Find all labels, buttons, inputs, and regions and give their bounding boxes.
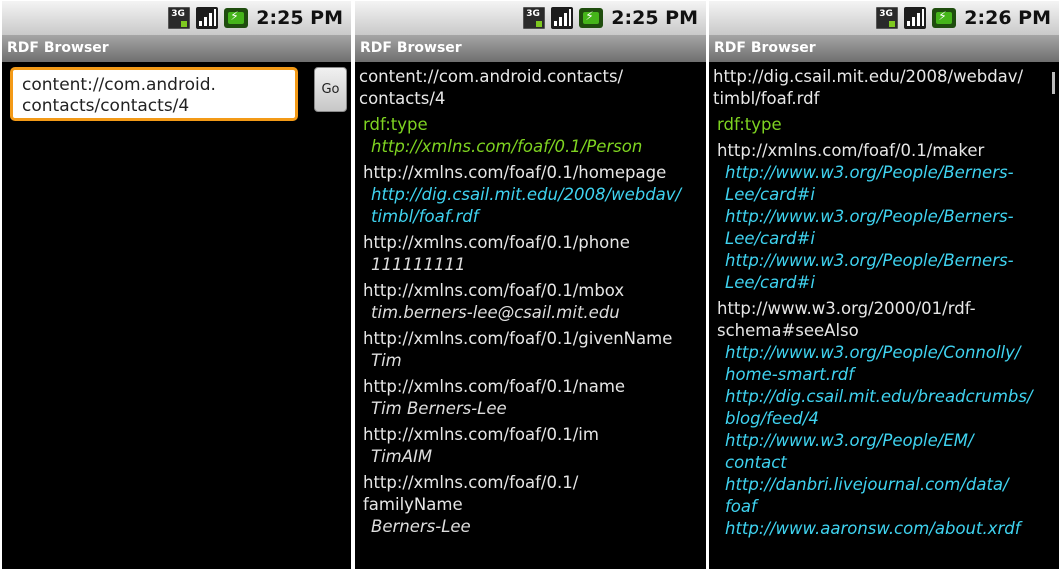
object-line: http://www.w3.org/People/EM/ xyxy=(725,431,974,450)
object-line: blog/feed/4 xyxy=(725,409,819,428)
predicate-line: familyName xyxy=(363,495,463,514)
status-bar: 3G 2:25 PM xyxy=(2,1,351,35)
object-line: timbl/foaf.rdf xyxy=(371,207,479,226)
subject-line: http://dig.csail.mit.edu/2008/webdav/ xyxy=(713,67,1024,86)
status-clock: 2:25 PM xyxy=(611,7,698,29)
object-link[interactable]: http://www.w3.org/People/EM/contact xyxy=(725,430,1055,474)
3g-network-icon: 3G xyxy=(168,7,191,29)
predicate-line: http://xmlns.com/foaf/0.1/name xyxy=(363,377,626,396)
predicate-link[interactable]: http://xmlns.com/foaf/0.1/givenName xyxy=(363,328,702,350)
object-line: Lee/card#i xyxy=(725,273,815,292)
app-title-bar: RDF Browser xyxy=(709,35,1059,62)
subject-line: content://com.android.contacts/ xyxy=(359,67,624,86)
object-line: http://www.w3.org/People/Connolly/ xyxy=(725,343,1021,362)
object-line: TimAIM xyxy=(371,447,433,466)
signal-strength-icon xyxy=(551,7,574,29)
status-bar: 3G 2:26 PM xyxy=(709,1,1059,35)
object-line: 111111111 xyxy=(371,255,466,274)
battery-charging-icon xyxy=(932,8,957,28)
predicate-line: http://xmlns.com/foaf/0.1/homepage xyxy=(363,163,667,182)
app-title-bar: RDF Browser xyxy=(355,35,706,62)
predicate-link[interactable]: http://xmlns.com/foaf/0.1/familyName xyxy=(363,472,702,516)
subject-line: timbl/foaf.rdf xyxy=(713,89,820,108)
object-line: http://www.w3.org/People/Berners- xyxy=(725,207,1014,226)
screen-url-entry: 3G 2:25 PM RDF Browser content://com.and… xyxy=(2,1,351,569)
signal-strength-icon xyxy=(904,7,927,29)
predicate-link[interactable]: http://xmlns.com/foaf/0.1/im xyxy=(363,424,702,446)
object-line: http://dig.csail.mit.edu/breadcrumbs/ xyxy=(725,387,1033,406)
3g-network-icon: 3G xyxy=(523,7,546,29)
predicate-link[interactable]: http://xmlns.com/foaf/0.1/mbox xyxy=(363,280,702,302)
object-line: Berners-Lee xyxy=(371,517,471,536)
object-link[interactable]: http://danbri.livejournal.com/data/foaf xyxy=(725,474,1055,518)
scrollbar[interactable] xyxy=(1052,72,1055,94)
app-title-bar: RDF Browser xyxy=(2,35,351,62)
screen-foaf-triples: 3G 2:26 PM RDF Browser http://dig.csail.… xyxy=(709,1,1059,569)
object-literal: Tim Berners-Lee xyxy=(371,398,702,420)
subject-uri: http://dig.csail.mit.edu/2008/webdav/tim… xyxy=(713,66,1055,110)
object-line: tim.berners-lee@csail.mit.edu xyxy=(371,303,620,322)
triple-list: content://com.android.contacts/contacts/… xyxy=(359,66,702,538)
status-bar: 3G 2:25 PM xyxy=(355,1,706,35)
predicate-link[interactable]: http://xmlns.com/foaf/0.1/name xyxy=(363,376,702,398)
object-link[interactable]: http://www.w3.org/People/Berners- Lee/car… xyxy=(725,250,1055,294)
predicate-link[interactable]: http://xmlns.com/foaf/0.1/maker xyxy=(717,140,1055,162)
predicate-line: http://xmlns.com/foaf/0.1/ xyxy=(363,473,579,492)
object-line: foaf xyxy=(725,497,757,516)
object-line: Lee/card#i xyxy=(725,229,815,248)
object-line: http://www.aaronsw.com/about.xrdf xyxy=(725,519,1021,538)
object-link[interactable]: http://dig.csail.mit.edu/2008/webdav/tim… xyxy=(371,184,702,228)
object-link[interactable]: http://xmlns.com/foaf/0.1/Person xyxy=(371,136,702,158)
predicate-line: rdf:type xyxy=(717,115,782,134)
object-literal: Tim xyxy=(371,350,702,372)
url-input-line: content://com.android. xyxy=(22,75,216,95)
go-button[interactable]: Go xyxy=(314,67,347,112)
signal-strength-icon xyxy=(196,7,219,29)
screen-contact-triples: 3G 2:25 PM RDF Browser content://com.and… xyxy=(355,1,706,569)
triple-list: http://dig.csail.mit.edu/2008/webdav/tim… xyxy=(713,66,1055,540)
predicate-link[interactable]: rdf:type xyxy=(717,114,1055,136)
object-line: http://xmlns.com/foaf/0.1/Person xyxy=(371,137,643,156)
predicate-link[interactable]: http://xmlns.com/foaf/0.1/homepage xyxy=(363,162,702,184)
3g-network-icon: 3G xyxy=(876,7,899,29)
predicate-line: rdf:type xyxy=(363,115,428,134)
object-line: http://www.w3.org/People/Berners- xyxy=(725,163,1014,182)
predicate-line: http://xmlns.com/foaf/0.1/im xyxy=(363,425,599,444)
subject-uri: content://com.android.contacts/contacts/… xyxy=(359,66,702,110)
predicate-line: http://xmlns.com/foaf/0.1/phone xyxy=(363,233,630,252)
url-input[interactable]: content://com.android. contacts/contacts… xyxy=(10,67,298,121)
object-link[interactable]: http://www.w3.org/People/Connolly/home-s… xyxy=(725,342,1055,386)
object-line: http://www.w3.org/People/Berners- xyxy=(725,251,1014,270)
object-line: http://danbri.livejournal.com/data/ xyxy=(725,475,1009,494)
predicate-link[interactable]: http://www.w3.org/2000/01/rdf-schema#see… xyxy=(717,298,1055,342)
status-clock: 2:26 PM xyxy=(964,7,1051,29)
object-line: Tim xyxy=(371,351,402,370)
object-link[interactable]: http://dig.csail.mit.edu/breadcrumbs/blo… xyxy=(725,386,1055,430)
battery-charging-icon xyxy=(224,8,249,28)
url-input-line: contacts/contacts/4 xyxy=(22,96,190,116)
object-link[interactable]: http://www.aaronsw.com/about.xrdf xyxy=(725,518,1055,540)
predicate-line: http://xmlns.com/foaf/0.1/givenName xyxy=(363,329,673,348)
object-line: Lee/card#i xyxy=(725,185,815,204)
object-link[interactable]: http://www.w3.org/People/Berners- Lee/car… xyxy=(725,206,1055,250)
predicate-link[interactable]: http://xmlns.com/foaf/0.1/phone xyxy=(363,232,702,254)
battery-charging-icon xyxy=(579,8,604,28)
predicate-link[interactable]: rdf:type xyxy=(363,114,702,136)
status-clock: 2:25 PM xyxy=(256,7,343,29)
object-literal: Berners-Lee xyxy=(371,516,702,538)
object-line: contact xyxy=(725,453,787,472)
predicate-line: http://www.w3.org/2000/01/rdf- xyxy=(717,299,976,318)
predicate-line: http://xmlns.com/foaf/0.1/maker xyxy=(717,141,985,160)
predicate-line: schema#seeAlso xyxy=(717,321,859,340)
object-literal: TimAIM xyxy=(371,446,702,468)
object-literal: tim.berners-lee@csail.mit.edu xyxy=(371,302,702,324)
subject-line: contacts/4 xyxy=(359,89,446,108)
object-line: home-smart.rdf xyxy=(725,365,855,384)
object-line: http://dig.csail.mit.edu/2008/webdav/ xyxy=(371,185,682,204)
object-line: Tim Berners-Lee xyxy=(371,399,507,418)
object-link[interactable]: http://www.w3.org/People/Berners- Lee/car… xyxy=(725,162,1055,206)
object-literal: 111111111 xyxy=(371,254,702,276)
predicate-line: http://xmlns.com/foaf/0.1/mbox xyxy=(363,281,625,300)
